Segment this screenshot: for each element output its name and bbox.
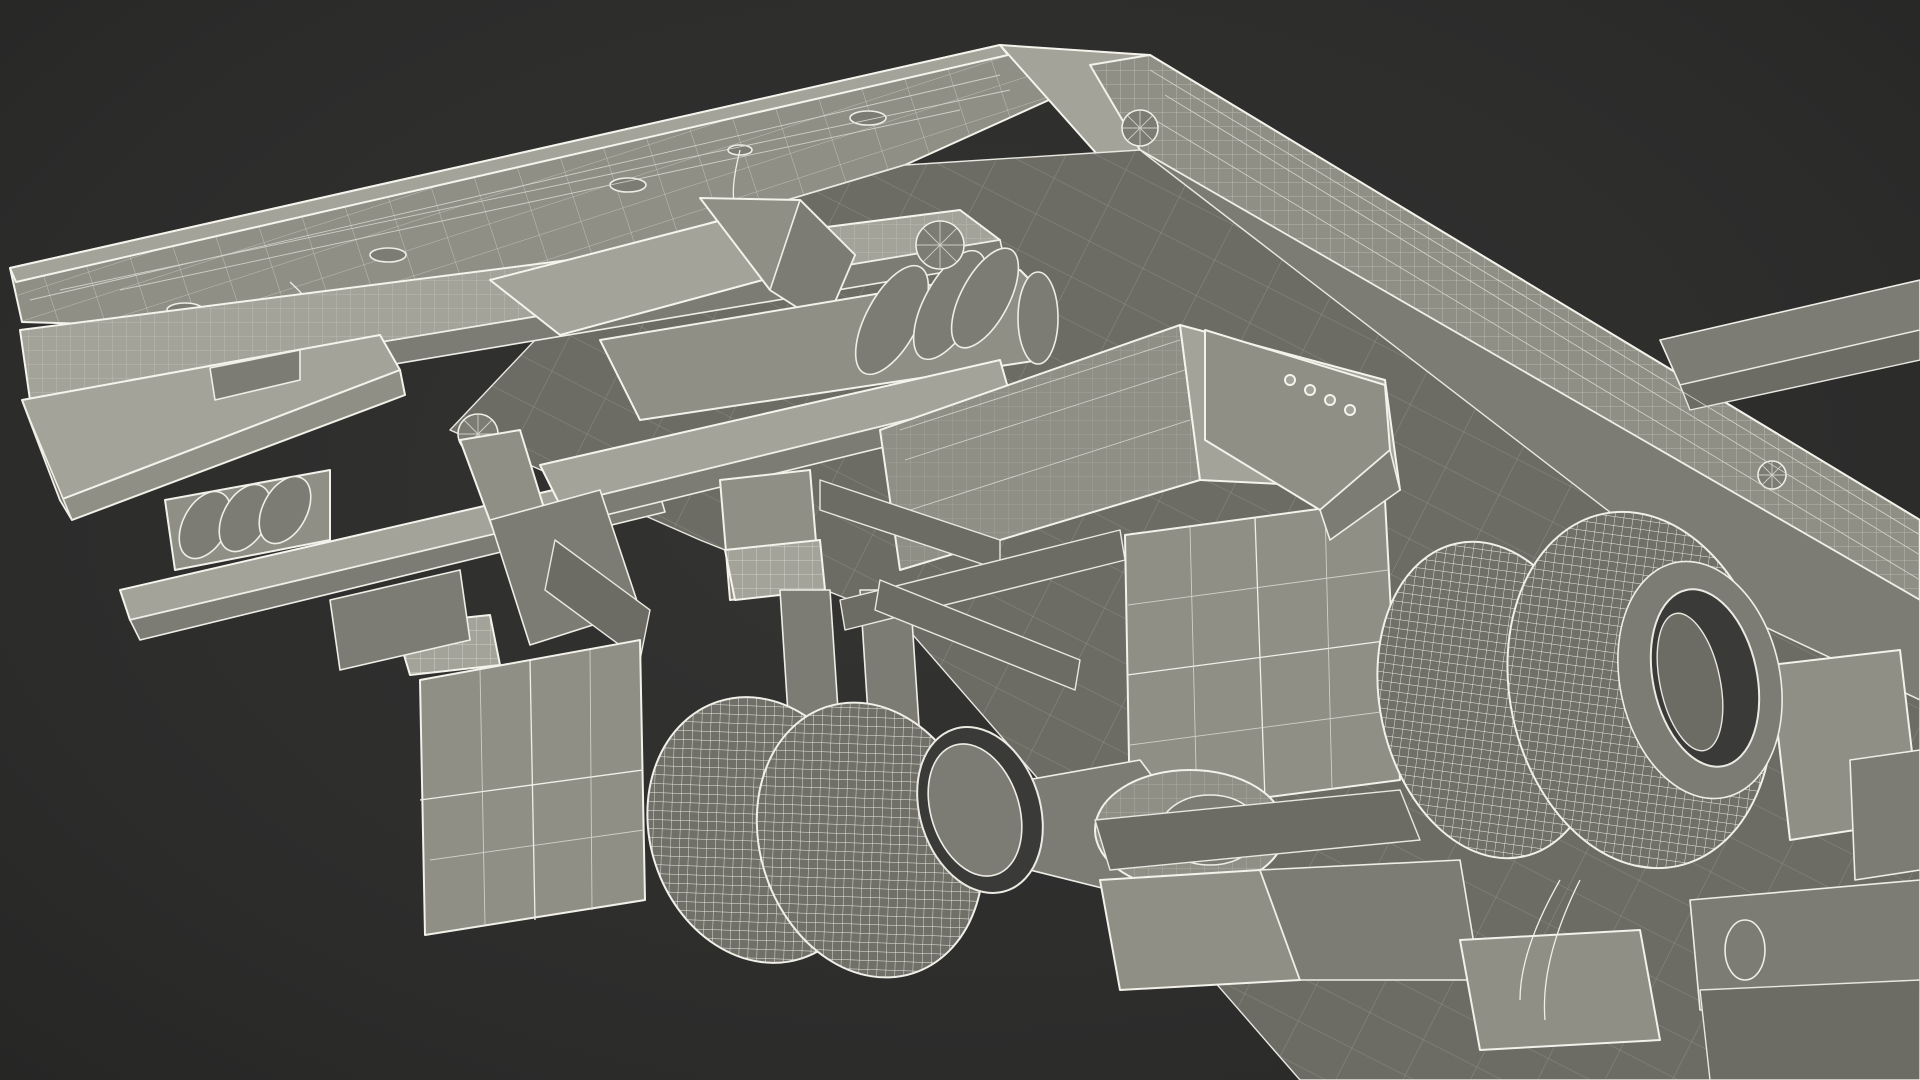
frame-rail-right xyxy=(1659,279,1920,411)
mud-flap-left xyxy=(419,639,646,936)
wireframe-model xyxy=(9,44,1920,1080)
render-viewport xyxy=(0,0,1920,1080)
mud-flap-right xyxy=(1124,499,1401,816)
